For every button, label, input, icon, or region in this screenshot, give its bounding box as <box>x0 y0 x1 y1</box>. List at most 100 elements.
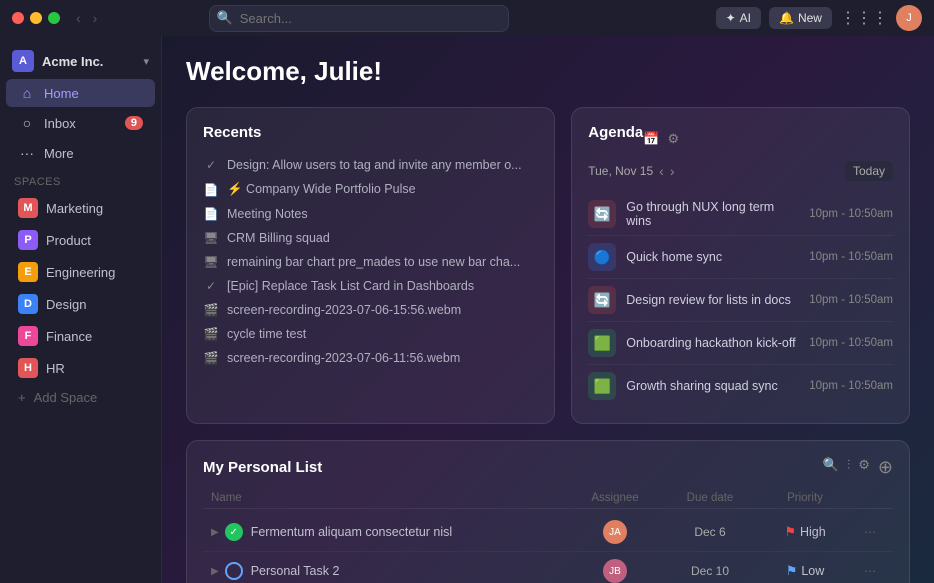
next-arrow-icon[interactable]: › <box>670 163 675 179</box>
add-column-icon[interactable]: ⊕ <box>878 457 893 478</box>
workspace-header[interactable]: A Acme Inc. ▾ <box>0 44 161 78</box>
priority-label: Low <box>801 564 824 578</box>
sidebar-item-hr[interactable]: H HR <box>6 353 155 383</box>
list-item[interactable]: ✓ [Epic] Replace Task List Card in Dashb… <box>203 274 538 298</box>
agenda-item[interactable]: 🔵 Quick home sync 10pm - 10:50am <box>588 236 893 279</box>
maximize-dot[interactable] <box>48 12 60 24</box>
agenda-item[interactable]: 🔄 Go through NUX long term wins 10pm - 1… <box>588 193 893 236</box>
agenda-date: Tue, Nov 15 <box>588 164 653 178</box>
add-space-button[interactable]: + Add Space <box>6 385 155 410</box>
agenda-item-name: Quick home sync <box>626 250 799 264</box>
main-layout: A Acme Inc. ▾ ⌂ Home ○ Inbox 9 ··· More … <box>0 36 934 583</box>
list-item[interactable]: 📄 ⚡ Company Wide Portfolio Pulse <box>203 177 538 202</box>
list-item[interactable]: 🎬 screen-recording-2023-07-06-11:56.webm <box>203 346 538 370</box>
table-row[interactable]: ▶ Personal Task 2 JB Dec 10 ⚑ Low ··· <box>203 552 893 583</box>
table-row[interactable]: ▶ ✓ Fermentum aliquam consectetur nisl J… <box>203 513 893 552</box>
agenda-item-icon: 🔵 <box>588 243 616 271</box>
list-item[interactable]: 📄 Meeting Notes <box>203 202 538 226</box>
search-input[interactable] <box>209 5 509 32</box>
agenda-item[interactable]: 🔄 Design review for lists in docs 10pm -… <box>588 279 893 322</box>
sidebar-item-inbox[interactable]: ○ Inbox 9 <box>6 109 155 137</box>
titlebar-right: ✦ AI 🔔 New ⋮⋮⋮ J <box>716 5 922 31</box>
check-icon: ✓ <box>203 158 219 172</box>
list-item[interactable]: ✓ Design: Allow users to tag and invite … <box>203 153 538 177</box>
settings-icon[interactable]: ⚙ <box>858 457 870 478</box>
agenda-item-time: 10pm - 10:50am <box>809 337 893 349</box>
sidebar-item-more[interactable]: ··· More <box>6 139 155 167</box>
task-name: Personal Task 2 <box>251 564 565 578</box>
design-icon: D <box>18 294 38 314</box>
ai-button[interactable]: ✦ AI <box>716 7 761 29</box>
recent-item-text: [Epic] Replace Task List Card in Dashboa… <box>227 279 474 293</box>
window-controls <box>12 12 60 24</box>
sidebar-item-product[interactable]: P Product <box>6 225 155 255</box>
list-actions: 🔍 ⫶ ⚙ ⊕ <box>823 457 893 478</box>
column-more <box>855 492 885 504</box>
agenda-item-time: 10pm - 10:50am <box>809 294 893 306</box>
inbox-label: Inbox <box>44 116 117 131</box>
main-content: Welcome, Julie! Recents ✓ Design: Allow … <box>162 36 934 583</box>
sidebar-item-engineering[interactable]: E Engineering <box>6 257 155 287</box>
search-icon[interactable]: 🔍 <box>823 457 839 478</box>
bell-icon: 🔔 <box>779 11 794 25</box>
settings-icon[interactable]: ⚙ <box>667 131 679 147</box>
sidebar-item-finance[interactable]: F Finance <box>6 321 155 351</box>
agenda-item-time: 10pm - 10:50am <box>809 380 893 392</box>
recent-item-text: Design: Allow users to tag and invite an… <box>227 158 522 172</box>
grid-icon[interactable]: ⋮⋮⋮ <box>840 8 888 28</box>
new-button[interactable]: 🔔 New <box>769 7 832 29</box>
sidebar-item-design[interactable]: D Design <box>6 289 155 319</box>
screen-icon: 🖥 <box>203 255 219 269</box>
product-icon: P <box>18 230 38 250</box>
search-icon: 🔍 <box>217 10 233 26</box>
welcome-title: Welcome, Julie! <box>186 56 910 87</box>
expand-icon[interactable]: ▶ <box>211 527 219 538</box>
agenda-item[interactable]: 🟩 Onboarding hackathon kick-off 10pm - 1… <box>588 322 893 365</box>
agenda-item-icon: 🔄 <box>588 286 616 314</box>
filter-icon[interactable]: ⫶ <box>847 457 850 478</box>
column-priority: Priority <box>755 492 855 504</box>
doc-icon: 📄 <box>203 183 219 197</box>
agenda-item-icon: 🔄 <box>588 200 616 228</box>
column-name: Name <box>211 492 565 504</box>
prev-arrow-icon[interactable]: ‹ <box>659 163 664 179</box>
sidebar-item-marketing[interactable]: M Marketing <box>6 193 155 223</box>
close-dot[interactable] <box>12 12 24 24</box>
user-avatar[interactable]: J <box>896 5 922 31</box>
avatar: JB <box>603 559 627 583</box>
row-more-button[interactable]: ··· <box>855 564 885 578</box>
sidebar-item-home[interactable]: ⌂ Home <box>6 79 155 107</box>
video-icon: 🎬 <box>203 303 219 317</box>
design-label: Design <box>46 297 86 312</box>
list-item[interactable]: 🖥 remaining bar chart pre_mades to use n… <box>203 250 538 274</box>
list-item[interactable]: 🎬 cycle time test <box>203 322 538 346</box>
doc-icon: 📄 <box>203 207 219 221</box>
table-header: Name Assignee Due date Priority <box>203 488 893 509</box>
today-button[interactable]: Today <box>845 161 893 181</box>
nav-arrows: ‹ › <box>72 8 101 28</box>
cards-row: Recents ✓ Design: Allow users to tag and… <box>186 107 910 424</box>
screen-icon: 🖥 <box>203 231 219 245</box>
more-icon: ··· <box>18 145 36 161</box>
assignee-cell: JB <box>565 559 665 583</box>
agenda-item-name: Growth sharing squad sync <box>626 379 799 393</box>
back-arrow[interactable]: ‹ <box>72 8 85 28</box>
due-date-cell: Dec 6 <box>665 525 755 539</box>
row-more-button[interactable]: ··· <box>855 525 885 539</box>
expand-icon[interactable]: ▶ <box>211 566 219 577</box>
forward-arrow[interactable]: › <box>89 8 102 28</box>
personal-list-card: My Personal List 🔍 ⫶ ⚙ ⊕ Name Assignee D… <box>186 440 910 583</box>
plus-icon: + <box>18 390 26 405</box>
due-date-cell: Dec 10 <box>665 564 755 578</box>
list-title: My Personal List <box>203 459 823 476</box>
spaces-section-label: Spaces <box>0 168 161 192</box>
list-item[interactable]: 🖥 CRM Billing squad <box>203 226 538 250</box>
list-item[interactable]: 🎬 screen-recording-2023-07-06-15:56.webm <box>203 298 538 322</box>
calendar-icon[interactable]: 📅 <box>643 131 659 147</box>
product-label: Product <box>46 233 91 248</box>
sidebar: A Acme Inc. ▾ ⌂ Home ○ Inbox 9 ··· More … <box>0 36 162 583</box>
agenda-item[interactable]: 🟩 Growth sharing squad sync 10pm - 10:50… <box>588 365 893 407</box>
minimize-dot[interactable] <box>30 12 42 24</box>
priority-label: High <box>800 525 826 539</box>
agenda-icons: 📅 ⚙ <box>643 131 679 147</box>
